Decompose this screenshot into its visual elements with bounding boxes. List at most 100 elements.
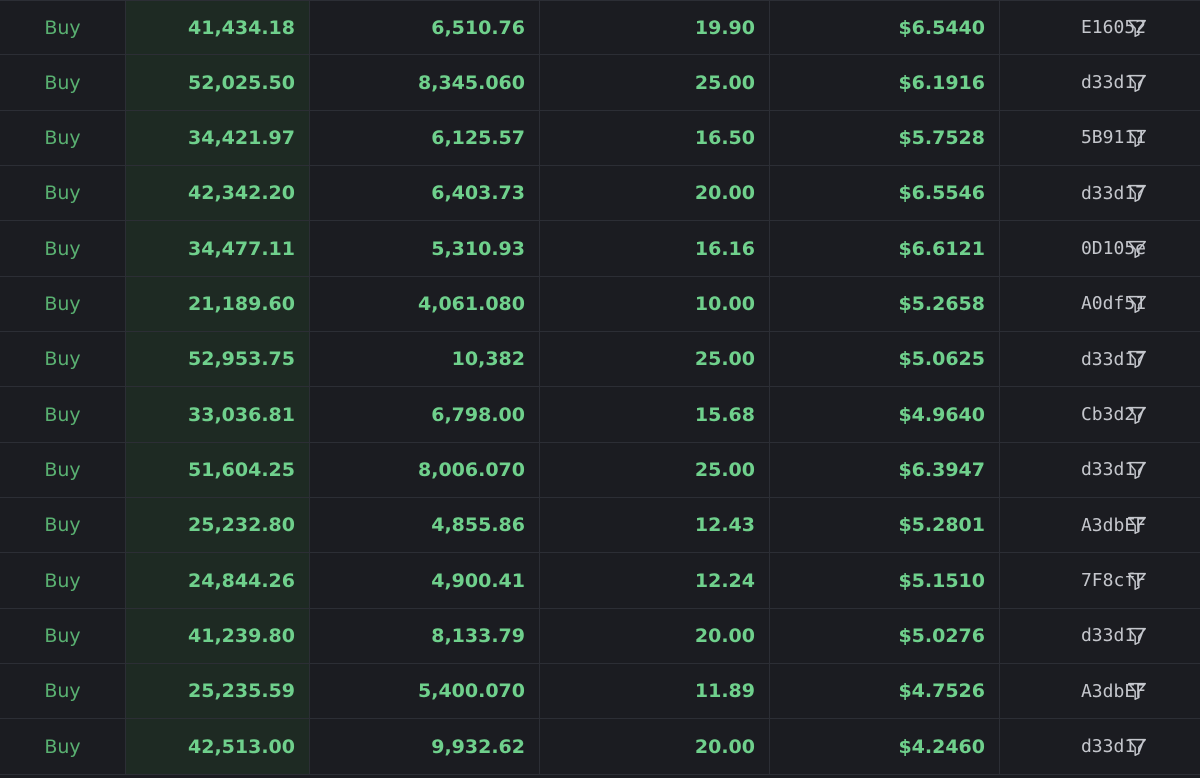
trade-maker: 5B9111 xyxy=(1000,111,1200,165)
trade-token-amount: 5,310.93 xyxy=(310,221,540,276)
trade-side: Buy xyxy=(0,608,126,664)
trade-usd-value: 42,342.20 xyxy=(126,166,310,221)
trade-side: Buy xyxy=(0,664,126,719)
filter-icon[interactable] xyxy=(1126,72,1148,94)
trade-price: $6.6121 xyxy=(770,221,1000,276)
trade-sol-amount: 25.00 xyxy=(540,332,770,387)
trade-token-amount: 8,006.070 xyxy=(310,442,540,498)
filter-icon[interactable] xyxy=(1126,348,1148,370)
filter-icon[interactable] xyxy=(1126,736,1148,758)
trade-token-amount: 6,125.57 xyxy=(310,110,540,166)
trade-maker: 0D105e xyxy=(1000,221,1200,275)
trade-token-amount: 6,403.73 xyxy=(310,166,540,221)
trade-token-amount: 4,855.86 xyxy=(310,498,540,553)
trade-token-amount: 6,798.00 xyxy=(310,387,540,442)
table-row[interactable]: Buy 52,025.50 8,345.060 25.00 $6.1916 d3… xyxy=(0,55,1200,111)
trade-side: Buy xyxy=(0,332,126,387)
table-row[interactable]: Buy 52,953.75 10,382 25.00 $5.0625 d33d1… xyxy=(0,332,1200,388)
trade-maker: d33d17 xyxy=(1000,332,1200,386)
trade-sol-amount: 16.16 xyxy=(540,221,770,276)
filter-icon[interactable] xyxy=(1126,570,1148,592)
trade-side: Buy xyxy=(0,498,126,553)
table-row[interactable]: Buy 51,604.25 8,006.070 25.00 $6.3947 d3… xyxy=(0,442,1200,499)
trade-side: Buy xyxy=(0,442,126,498)
trade-token-amount: 5,400.070 xyxy=(310,664,540,719)
trade-sol-amount: 15.68 xyxy=(540,387,770,442)
trade-side: Buy xyxy=(0,166,126,221)
trade-side: Buy xyxy=(0,553,126,608)
filter-icon[interactable] xyxy=(1126,680,1148,702)
trade-sol-amount: 10.00 xyxy=(540,276,770,332)
trade-price: $5.1510 xyxy=(770,553,1000,608)
trade-sol-amount: 25.00 xyxy=(540,55,770,110)
trade-side: Buy xyxy=(0,719,126,774)
trade-usd-value: 41,434.18 xyxy=(126,1,310,55)
trade-price: $5.2658 xyxy=(770,276,1000,332)
table-row[interactable]: Buy 34,421.97 6,125.57 16.50 $5.7528 5B9… xyxy=(0,110,1200,167)
filter-icon[interactable] xyxy=(1126,459,1148,481)
trade-usd-value: 25,232.80 xyxy=(126,498,310,553)
trade-maker: E16052 xyxy=(1000,1,1200,54)
trades-table: Buy 41,434.18 6,510.76 19.90 $6.5440 E16… xyxy=(0,0,1200,778)
table-row[interactable]: Buy 41,434.18 6,510.76 19.90 $6.5440 E16… xyxy=(0,0,1200,56)
table-row[interactable]: Buy 42,342.20 6,403.73 20.00 $6.5546 d33… xyxy=(0,166,1200,222)
trade-price: $4.9640 xyxy=(770,387,1000,442)
table-row[interactable]: Buy 34,477.11 5,310.93 16.16 $6.6121 0D1… xyxy=(0,221,1200,277)
table-row[interactable]: Buy 41,239.80 8,133.79 20.00 $5.0276 d33… xyxy=(0,608,1200,665)
trade-sol-amount: 19.90 xyxy=(540,1,770,55)
trade-token-amount: 4,900.41 xyxy=(310,553,540,608)
trade-usd-value: 52,025.50 xyxy=(126,55,310,110)
trade-sol-amount: 16.50 xyxy=(540,110,770,166)
trade-side: Buy xyxy=(0,221,126,276)
trade-price: $5.7528 xyxy=(770,110,1000,166)
filter-icon[interactable] xyxy=(1126,127,1148,149)
trade-token-amount: 4,061.080 xyxy=(310,276,540,332)
trade-maker: A3dbEF xyxy=(1000,498,1200,552)
trade-sol-amount: 20.00 xyxy=(540,166,770,221)
trade-usd-value: 33,036.81 xyxy=(126,387,310,442)
trade-usd-value: 34,477.11 xyxy=(126,221,310,276)
filter-icon[interactable] xyxy=(1126,404,1148,426)
trade-side: Buy xyxy=(0,276,126,332)
trade-side: Buy xyxy=(0,1,126,55)
table-row[interactable]: Buy 42,513.00 9,932.62 20.00 $4.2460 d33… xyxy=(0,719,1200,775)
trade-maker: A0df51 xyxy=(1000,277,1200,331)
trade-usd-value: 34,421.97 xyxy=(126,110,310,166)
trade-usd-value: 24,844.26 xyxy=(126,553,310,608)
trade-usd-value: 41,239.80 xyxy=(126,608,310,664)
trade-maker: d33d17 xyxy=(1000,719,1200,773)
trade-usd-value: 51,604.25 xyxy=(126,442,310,498)
trade-price: $4.2460 xyxy=(770,719,1000,774)
trade-price: $6.1916 xyxy=(770,55,1000,110)
trade-usd-value: 52,953.75 xyxy=(126,332,310,387)
trade-maker: d33d17 xyxy=(1000,609,1200,663)
filter-icon[interactable] xyxy=(1126,514,1148,536)
trade-sol-amount: 25.00 xyxy=(540,442,770,498)
table-row[interactable]: Buy 21,189.60 4,061.080 10.00 $5.2658 A0… xyxy=(0,276,1200,333)
trade-maker: d33d17 xyxy=(1000,55,1200,109)
trade-sol-amount: 20.00 xyxy=(540,719,770,774)
trade-usd-value: 42,513.00 xyxy=(126,719,310,774)
trade-token-amount: 6,510.76 xyxy=(310,1,540,55)
filter-icon[interactable] xyxy=(1126,182,1148,204)
trade-sol-amount: 12.43 xyxy=(540,498,770,553)
trade-price: $6.5440 xyxy=(770,1,1000,55)
trade-maker: Cb3d27 xyxy=(1000,387,1200,441)
trade-sol-amount: 11.89 xyxy=(540,664,770,719)
filter-icon[interactable] xyxy=(1126,238,1148,260)
trade-maker: A3dbEF xyxy=(1000,664,1200,718)
trade-maker: d33d17 xyxy=(1000,166,1200,220)
filter-icon[interactable] xyxy=(1126,625,1148,647)
trade-price: $6.5546 xyxy=(770,166,1000,221)
filter-icon[interactable] xyxy=(1126,17,1148,39)
trade-maker: d33d17 xyxy=(1000,443,1200,497)
table-row[interactable]: Buy 33,036.81 6,798.00 15.68 $4.9640 Cb3… xyxy=(0,387,1200,443)
trade-price: $4.7526 xyxy=(770,664,1000,719)
table-row[interactable]: Buy 25,235.59 5,400.070 11.89 $4.7526 A3… xyxy=(0,664,1200,720)
filter-icon[interactable] xyxy=(1126,293,1148,315)
trade-price: $5.0625 xyxy=(770,332,1000,387)
trade-price: $6.3947 xyxy=(770,442,1000,498)
trade-sol-amount: 12.24 xyxy=(540,553,770,608)
table-row[interactable]: Buy 24,844.26 4,900.41 12.24 $5.1510 7F8… xyxy=(0,553,1200,609)
table-row[interactable]: Buy 25,232.80 4,855.86 12.43 $5.2801 A3d… xyxy=(0,498,1200,554)
